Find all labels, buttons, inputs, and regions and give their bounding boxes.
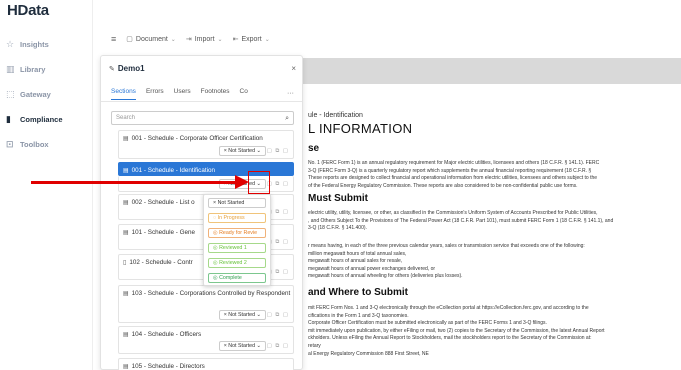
export-menu-label: Export xyxy=(241,35,262,43)
list-item-label: 105 - Schedule - Directors xyxy=(131,363,205,370)
document-icon: ▢ xyxy=(126,36,133,43)
item-action-icons[interactable]: ▢ ⧉ ▢ xyxy=(267,343,289,350)
nav-item-label: Toolbox xyxy=(20,139,49,149)
document-heading: L INFORMATION xyxy=(308,121,413,136)
nav-item-toolbox[interactable]: ⊡ Toolbox xyxy=(6,136,49,152)
list-item-label: 002 - Schedule - List o xyxy=(131,199,195,206)
table-icon: ▤ xyxy=(123,332,129,338)
status-option-ready-for-review[interactable]: ◎ Ready for Revie xyxy=(208,228,266,238)
panel-header: ✎ Demo1 × xyxy=(101,56,302,82)
document-menu-button[interactable]: ▢ Document ⌄ xyxy=(126,35,176,44)
table-icon: ▤ xyxy=(123,230,129,236)
app-logo: HData xyxy=(7,2,49,19)
annotation-highlight-box xyxy=(248,171,270,194)
compliance-icon: ▮ xyxy=(6,113,11,124)
nav-item-label: Compliance xyxy=(20,114,63,124)
item-action-icons[interactable]: ▢ ⧉ ▢ xyxy=(267,312,289,319)
toolbox-icon: ⊡ xyxy=(6,138,14,149)
list-item-label: 102 - Schedule - Contr xyxy=(129,259,193,266)
status-option-not-started[interactable]: × Not Started xyxy=(208,198,266,208)
nav-item-label: Library xyxy=(20,64,46,74)
chevron-down-icon: ⌄ xyxy=(217,36,223,43)
nav-item-label: Insights xyxy=(20,39,49,49)
tab-sections[interactable]: Sections xyxy=(111,88,136,100)
status-badge[interactable]: × Not Started ⌄ xyxy=(218,310,266,320)
item-action-icons[interactable]: ▢ ⧉ ▢ xyxy=(267,148,289,155)
document-subtitle: ule - Identification xyxy=(308,112,363,119)
nav-item-compliance[interactable]: ▮ Compliance xyxy=(6,111,63,127)
list-item[interactable]: ▤ 103 - Schedule - Corporations Controlle… xyxy=(118,285,294,323)
paragraph-purpose: No. 1 (FERC Form 1) is an annual regulat… xyxy=(308,160,600,189)
export-menu-button[interactable]: ⇤ Export ⌄ xyxy=(232,35,270,44)
section-heading-must-submit: Must Submit xyxy=(308,193,368,204)
import-menu-button[interactable]: ⇥ Import ⌄ xyxy=(185,35,223,44)
chevron-down-icon: ⌄ xyxy=(264,36,270,43)
nav-item-insights[interactable]: ☆ Insights xyxy=(6,36,49,52)
document-header-band xyxy=(300,58,681,84)
table-icon: ▤ xyxy=(123,364,129,370)
list-item-label: 103 - Schedule - Corporations Controlled… xyxy=(131,290,291,297)
status-option-reviewed-2[interactable]: ◎ Reviewed 2 xyxy=(208,258,266,268)
panel-title-text: Demo1 xyxy=(117,64,145,73)
paragraph-major: r means having, in each of the three pre… xyxy=(308,243,585,280)
table-icon: ▤ xyxy=(123,200,129,206)
status-option-reviewed-1[interactable]: ◎ Reviewed 1 xyxy=(208,243,266,253)
library-icon: ▥ xyxy=(6,63,15,74)
left-nav: HData ☆ Insights ▥ Library ⬚ Gateway ▮ C… xyxy=(0,0,93,370)
panel-tabs: Sections Errors Users Footnotes Co ··· xyxy=(101,86,302,102)
annotation-arrow xyxy=(31,181,241,184)
app-root: HData ☆ Insights ▥ Library ⬚ Gateway ▮ C… xyxy=(0,0,681,370)
list-item[interactable]: ▤ 104 - Schedule - Officers × Not Started… xyxy=(118,326,294,354)
list-item[interactable]: ▤ 105 - Schedule - Directors xyxy=(118,358,294,370)
list-item[interactable]: ▤ 001 - Schedule - Corporate Officer Cert… xyxy=(118,130,294,159)
edit-icon: ✎ xyxy=(109,65,115,73)
status-dropdown: × Not Started ◌ In Progress ◎ Ready for … xyxy=(203,194,271,286)
section-heading-when-where: and Where to Submit xyxy=(308,287,408,298)
section-heading-purpose: se xyxy=(308,143,320,154)
close-icon[interactable]: × xyxy=(291,64,296,73)
status-option-complete[interactable]: ◎ Complete xyxy=(208,273,266,283)
panel-title: ✎ Demo1 xyxy=(109,64,145,73)
search-placeholder: Search xyxy=(116,115,136,121)
search-input[interactable]: Search ⌕ xyxy=(111,111,294,125)
menu-icon[interactable]: ≡ xyxy=(111,34,116,44)
import-icon: ⇥ xyxy=(185,36,192,43)
nav-item-gateway[interactable]: ⬚ Gateway xyxy=(6,86,51,102)
tab-users[interactable]: Users xyxy=(174,88,191,99)
tab-errors[interactable]: Errors xyxy=(146,88,164,99)
tab-co[interactable]: Co xyxy=(240,88,248,99)
tab-footnotes[interactable]: Footnotes xyxy=(201,88,230,99)
nav-item-label: Gateway xyxy=(20,89,51,99)
status-badge[interactable]: × Not Started ⌄ xyxy=(218,146,266,156)
table-icon: ▤ xyxy=(123,136,129,142)
document-menu-label: Document xyxy=(135,35,168,43)
list-item-label: 104 - Schedule - Officers xyxy=(131,331,202,338)
chevron-down-icon: ⌄ xyxy=(170,36,176,43)
export-icon: ⇤ xyxy=(232,36,239,43)
paragraph-when-where: mit FERC Form Nos. 1 and 3-Q electronica… xyxy=(308,305,605,357)
annotation-arrow-head xyxy=(235,175,249,189)
paragraph-must-submit: electric utility, utility, licensee, or … xyxy=(308,210,614,232)
list-item-label: 001 - Schedule - Identification xyxy=(131,167,215,174)
list-item-label: 101 - Schedule - Gene xyxy=(131,229,196,236)
more-icon[interactable]: ··· xyxy=(287,90,294,97)
search-icon: ⌕ xyxy=(285,115,289,122)
list-item-label: 001 - Schedule - Corporate Officer Certi… xyxy=(131,135,263,142)
table-icon: ▤ xyxy=(123,291,129,297)
document-icon: ▯ xyxy=(123,260,127,266)
status-option-in-progress[interactable]: ◌ In Progress xyxy=(208,213,266,223)
nav-item-library[interactable]: ▥ Library xyxy=(6,61,45,77)
table-icon: ▤ xyxy=(123,168,129,174)
insights-icon: ☆ xyxy=(6,38,15,49)
import-menu-label: Import xyxy=(194,35,215,43)
gateway-icon: ⬚ xyxy=(6,88,15,99)
status-badge[interactable]: × Not Started ⌄ xyxy=(218,341,266,351)
toolbar: ≡ ▢ Document ⌄ ⇥ Import ⌄ ⇤ Export ⌄ xyxy=(93,28,681,50)
